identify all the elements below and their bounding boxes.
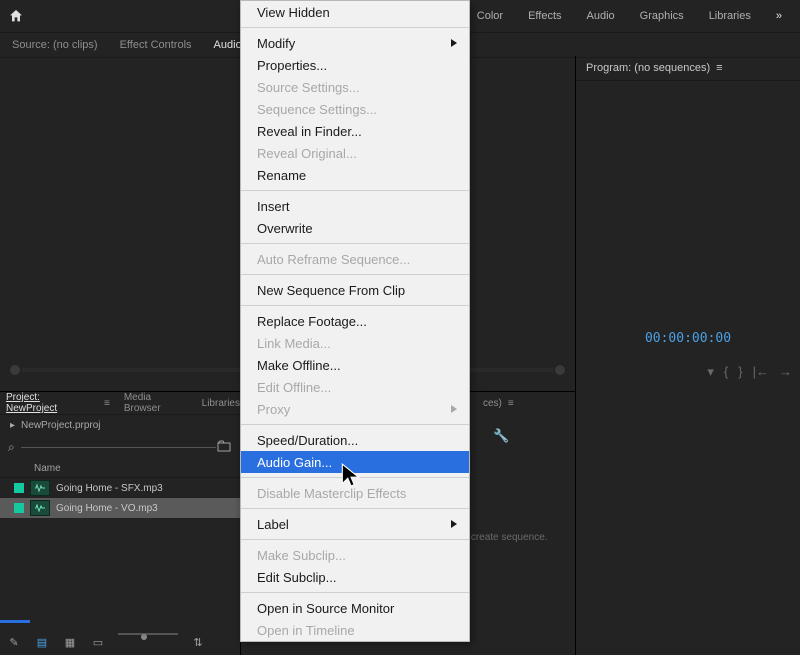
- menu-item-replace-footage[interactable]: Replace Footage...: [241, 310, 469, 332]
- project-panel: Project: NewProject ≡ Media Browser Libr…: [0, 392, 240, 655]
- menu-item-reveal-in-finder[interactable]: Reveal in Finder...: [241, 120, 469, 142]
- menu-item-auto-reframe-sequence: Auto Reframe Sequence...: [241, 248, 469, 270]
- tab-libraries[interactable]: Libraries: [709, 10, 751, 22]
- home-button[interactable]: [0, 0, 32, 32]
- sort-icon[interactable]: ⇅: [190, 634, 206, 650]
- scroll-handle-right[interactable]: [555, 365, 565, 375]
- menu-item-make-subclip: Make Subclip...: [241, 544, 469, 566]
- menu-item-make-offline[interactable]: Make Offline...: [241, 354, 469, 376]
- tab-audio[interactable]: Audio: [587, 10, 615, 22]
- menu-item-properties[interactable]: Properties...: [241, 54, 469, 76]
- zoom-slider[interactable]: [118, 633, 178, 651]
- active-panel-indicator: [0, 620, 30, 623]
- tab-media-browser[interactable]: Media Browser: [124, 392, 188, 414]
- program-timecode[interactable]: 00:00:00:00: [576, 331, 800, 346]
- menu-item-sequence-settings: Sequence Settings...: [241, 98, 469, 120]
- menu-item-speed-duration[interactable]: Speed/Duration...: [241, 429, 469, 451]
- menu-item-reveal-original: Reveal Original...: [241, 142, 469, 164]
- timeline-tab[interactable]: ces): [483, 398, 502, 409]
- bin-collapse-icon[interactable]: ▸: [10, 420, 15, 431]
- panel-menu-icon[interactable]: ≡: [716, 62, 722, 74]
- clip-name: Going Home - SFX.mp3: [56, 483, 163, 494]
- new-bin-icon[interactable]: [216, 440, 232, 455]
- program-title: Program: (no sequences): [586, 62, 710, 74]
- project-toolbar: ✎ ▤ ▦ ▭ ⇅: [6, 633, 206, 651]
- tab-source[interactable]: Source: (no clips): [12, 39, 98, 51]
- tab-effects[interactable]: Effects: [528, 10, 561, 22]
- menu-item-rename[interactable]: Rename: [241, 164, 469, 186]
- write-mode-icon[interactable]: ✎: [6, 634, 22, 650]
- marker-icon[interactable]: ▾: [707, 364, 714, 380]
- tab-project[interactable]: Project: NewProject: [6, 392, 90, 414]
- tab-effect-controls[interactable]: Effect Controls: [120, 39, 192, 51]
- timeline-settings-icon[interactable]: 🔧: [493, 428, 509, 444]
- list-item[interactable]: Going Home - VO.mp3: [0, 498, 240, 518]
- step-back-icon[interactable]: |←: [753, 364, 769, 380]
- list-view-icon[interactable]: ▤: [34, 634, 50, 650]
- menu-item-view-hidden[interactable]: View Hidden: [241, 1, 469, 23]
- scroll-handle-left[interactable]: [10, 365, 20, 375]
- menu-item-open-in-source-monitor[interactable]: Open in Source Monitor: [241, 597, 469, 619]
- tab-graphics[interactable]: Graphics: [640, 10, 684, 22]
- cursor-icon: [340, 462, 362, 491]
- menu-item-overwrite[interactable]: Overwrite: [241, 217, 469, 239]
- project-filename: NewProject.prproj: [21, 420, 100, 431]
- menu-item-new-sequence-from-clip[interactable]: New Sequence From Clip: [241, 279, 469, 301]
- freeform-view-icon[interactable]: ▭: [90, 634, 106, 650]
- in-bracket-icon[interactable]: {: [724, 364, 728, 380]
- panel-menu-icon[interactable]: ≡: [104, 398, 110, 409]
- context-menu: View Hidden ModifyProperties...Source Set…: [240, 0, 470, 642]
- menu-item-edit-subclip[interactable]: Edit Subclip...: [241, 566, 469, 588]
- menu-item-proxy: Proxy: [241, 398, 469, 420]
- search-input[interactable]: [21, 447, 216, 448]
- menu-item-link-media: Link Media...: [241, 332, 469, 354]
- menu-item-source-settings: Source Settings...: [241, 76, 469, 98]
- audio-file-icon: [30, 500, 50, 516]
- label-chip: [14, 503, 24, 513]
- menu-item-label[interactable]: Label: [241, 513, 469, 535]
- search-icon[interactable]: ⌕: [8, 440, 15, 455]
- audio-file-icon: [30, 480, 50, 496]
- workspace-tabs: Color Effects Audio Graphics Libraries »: [477, 10, 800, 22]
- overflow-button[interactable]: »: [776, 10, 782, 22]
- program-monitor: Program: (no sequences) ≡ 00:00:00:00 ▾ …: [576, 56, 800, 655]
- tab-color[interactable]: Color: [477, 10, 503, 22]
- out-bracket-icon[interactable]: }: [738, 364, 742, 380]
- menu-item-open-in-timeline: Open in Timeline: [241, 619, 469, 641]
- menu-item-insert[interactable]: Insert: [241, 195, 469, 217]
- tab-libraries-panel[interactable]: Libraries: [202, 398, 240, 409]
- menu-item-edit-offline: Edit Offline...: [241, 376, 469, 398]
- icon-view-icon[interactable]: ▦: [62, 634, 78, 650]
- label-chip: [14, 483, 24, 493]
- step-fwd-icon[interactable]: →: [779, 364, 792, 380]
- list-item[interactable]: Going Home - SFX.mp3: [0, 478, 240, 498]
- menu-item-modify[interactable]: Modify: [241, 32, 469, 54]
- panel-menu-icon[interactable]: ≡: [508, 398, 514, 409]
- clip-name: Going Home - VO.mp3: [56, 503, 158, 514]
- column-header-name[interactable]: Name: [0, 459, 240, 478]
